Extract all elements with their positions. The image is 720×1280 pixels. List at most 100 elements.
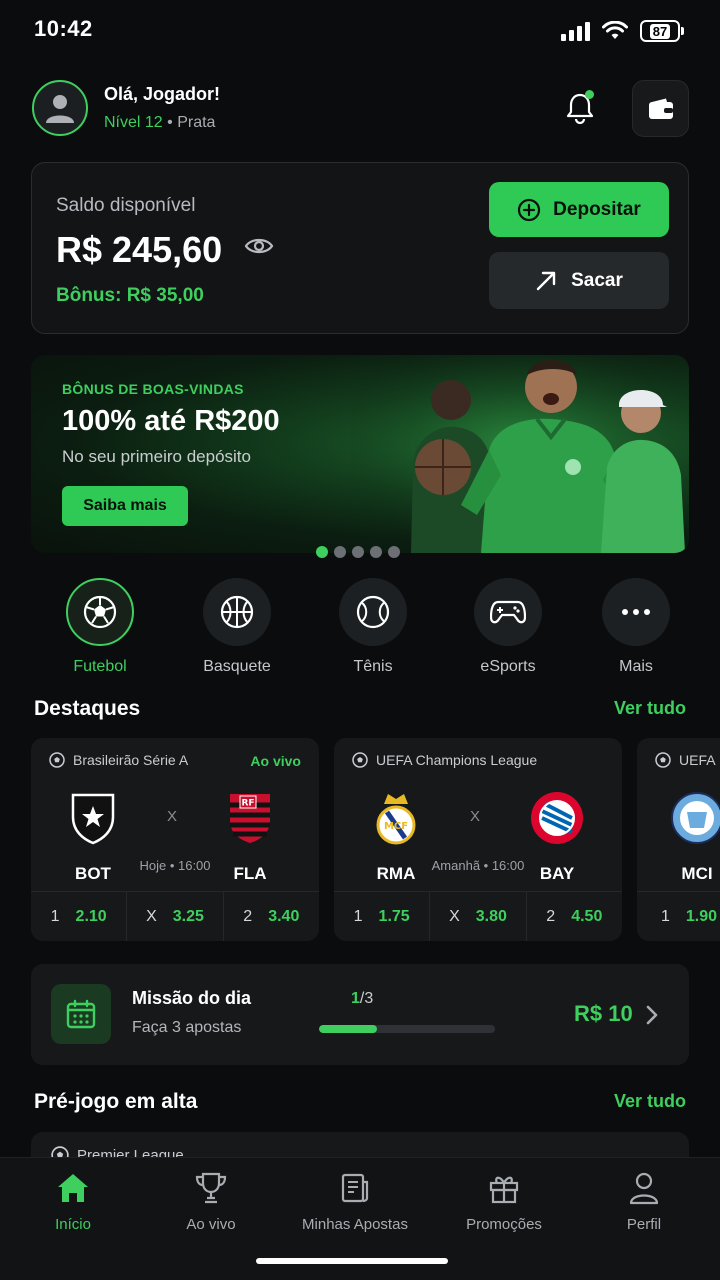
mission-subtitle: Faça 3 apostas (132, 1019, 242, 1036)
bayern-crest-icon (531, 792, 583, 844)
progress-done: 1 (351, 990, 360, 1007)
odd-key: 2 (546, 907, 556, 925)
home-icon (58, 1174, 88, 1202)
nav-promocoes[interactable]: Promoções (434, 1170, 574, 1233)
sport-basquete[interactable]: Basquete (177, 578, 297, 676)
progress-total: /3 (359, 990, 374, 1007)
carousel-dot[interactable] (316, 546, 328, 558)
carousel-dot[interactable] (334, 546, 346, 558)
match-league: UEFA Champions League (352, 752, 537, 768)
odds-row: 1 2.10 X 3.25 2 3.40 (31, 891, 319, 941)
odd-key: 2 (243, 907, 253, 925)
home-indicator[interactable] (256, 1258, 448, 1264)
pregame-see-all[interactable]: Ver tudo (614, 1091, 686, 1112)
plus-circle-icon (518, 198, 541, 221)
carousel-dot[interactable] (370, 546, 382, 558)
chevron-right-icon[interactable] (645, 1004, 659, 1026)
eye-icon[interactable] (244, 235, 274, 257)
odd-home[interactable]: 1 1.90 (637, 892, 720, 941)
odd-home[interactable]: 1 2.10 (31, 892, 128, 941)
learn-more-button[interactable]: Saiba mais (62, 486, 188, 526)
balance-value: R$ 245,60 (56, 229, 223, 270)
carousel-dot[interactable] (352, 546, 364, 558)
odds-row: 1 1.75 X 3.80 2 4.50 (334, 891, 622, 941)
league-name: Brasileirão Série A (73, 752, 189, 768)
odd-key: 1 (661, 907, 670, 925)
nav-ao-vivo[interactable]: Ao vivo (141, 1170, 281, 1233)
odd-key: 1 (50, 907, 60, 925)
sport-label: Futebol (73, 658, 127, 675)
odd-draw[interactable]: X 3.80 (430, 892, 527, 941)
odd-value: 3.25 (172, 907, 204, 925)
home-team: MCI (652, 790, 720, 884)
withdraw-label: Sacar (571, 269, 623, 291)
odd-key: X (146, 907, 157, 925)
match-card[interactable]: Brasileirão Série A Ao vivo BOT X RF FLA… (31, 738, 319, 941)
nav-inicio[interactable]: Início (3, 1170, 143, 1233)
odd-value: 4.50 (571, 907, 603, 925)
soccer-ball-icon (352, 752, 368, 768)
odd-key: 1 (353, 907, 363, 925)
svg-text:MCF: MCF (384, 821, 408, 832)
banner-title: 100% até R$200 (62, 405, 280, 437)
match-league: UEFA (655, 752, 716, 768)
soccer-ball-icon (83, 595, 117, 629)
sport-futebol[interactable]: Futebol (40, 578, 160, 676)
status-time: 10:42 (34, 16, 93, 41)
mission-title: Missão do dia (132, 988, 252, 1008)
gamepad-icon (490, 600, 526, 624)
avatar[interactable] (32, 80, 88, 136)
balance-card: Saldo disponível R$ 245,60 Bônus: R$ 35,… (31, 162, 689, 334)
wallet-button[interactable] (632, 80, 689, 137)
deposit-label: Depositar (553, 198, 641, 220)
withdraw-button[interactable]: Sacar (489, 252, 669, 309)
sport-esports[interactable]: eSports (448, 578, 568, 676)
match-league: Brasileirão Série A (49, 752, 188, 768)
tier-label: • Prata (167, 114, 216, 131)
trophy-icon (195, 1172, 227, 1204)
sport-label: eSports (480, 658, 536, 675)
battery-icon: 87 (640, 20, 684, 42)
pregame-title: Pré-jogo em alta (34, 1090, 198, 1113)
real-madrid-crest-icon: MCF (376, 794, 416, 845)
sport-mais[interactable]: Mais (576, 578, 696, 676)
athletes-illustration (351, 355, 689, 553)
team-abbr: MCI (681, 864, 713, 883)
deposit-button[interactable]: Depositar (489, 182, 669, 237)
mission-progress-bar (319, 1025, 495, 1033)
greeting: Olá, Jogador! (104, 84, 221, 104)
odd-draw[interactable]: X 3.25 (127, 892, 224, 941)
more-dots-icon (622, 609, 650, 615)
status-icons: 87 (561, 20, 684, 42)
odd-away[interactable]: 2 3.40 (224, 892, 319, 941)
wallet-icon (648, 98, 673, 119)
carousel-dots[interactable] (316, 546, 400, 558)
daily-mission-card[interactable]: Missão do dia Faça 3 apostas 1/3 R$ 10 (31, 964, 689, 1065)
sport-label: Tênis (353, 658, 393, 675)
match-card[interactable]: UEFA Champions League MCF RMA X BAY Aman… (334, 738, 622, 941)
profile-icon (629, 1172, 659, 1205)
nav-label: Ao vivo (186, 1216, 236, 1233)
odd-away[interactable]: 2 4.50 (527, 892, 622, 941)
match-time: Amanhã • 16:00 (431, 858, 525, 873)
odd-value: 1.90 (685, 907, 718, 925)
match-card[interactable]: UEFA MCI 1 1.90 (637, 738, 720, 941)
sport-tenis[interactable]: Tênis (313, 578, 433, 676)
highlights-see-all[interactable]: Ver tudo (614, 698, 686, 719)
odd-value: 1.75 (378, 907, 410, 925)
mission-icon-box (51, 984, 111, 1044)
carousel-dot[interactable] (388, 546, 400, 558)
odd-value: 3.80 (475, 907, 507, 925)
nav-minhas-apostas[interactable]: Minhas Apostas (285, 1170, 425, 1233)
man-city-crest-icon (671, 792, 720, 844)
nav-label: Início (55, 1216, 91, 1233)
notifications-button[interactable] (562, 90, 598, 126)
odd-value: 2.10 (75, 907, 107, 925)
wifi-icon (602, 21, 628, 39)
promo-banner[interactable]: BÔNUS DE BOAS-VINDAS 100% até R$200 No s… (31, 355, 689, 553)
cell-signal-icon (561, 21, 590, 41)
mission-reward: R$ 10 (574, 1001, 633, 1026)
soccer-ball-icon (655, 752, 671, 768)
nav-perfil[interactable]: Perfil (574, 1170, 714, 1233)
odd-home[interactable]: 1 1.75 (334, 892, 431, 941)
